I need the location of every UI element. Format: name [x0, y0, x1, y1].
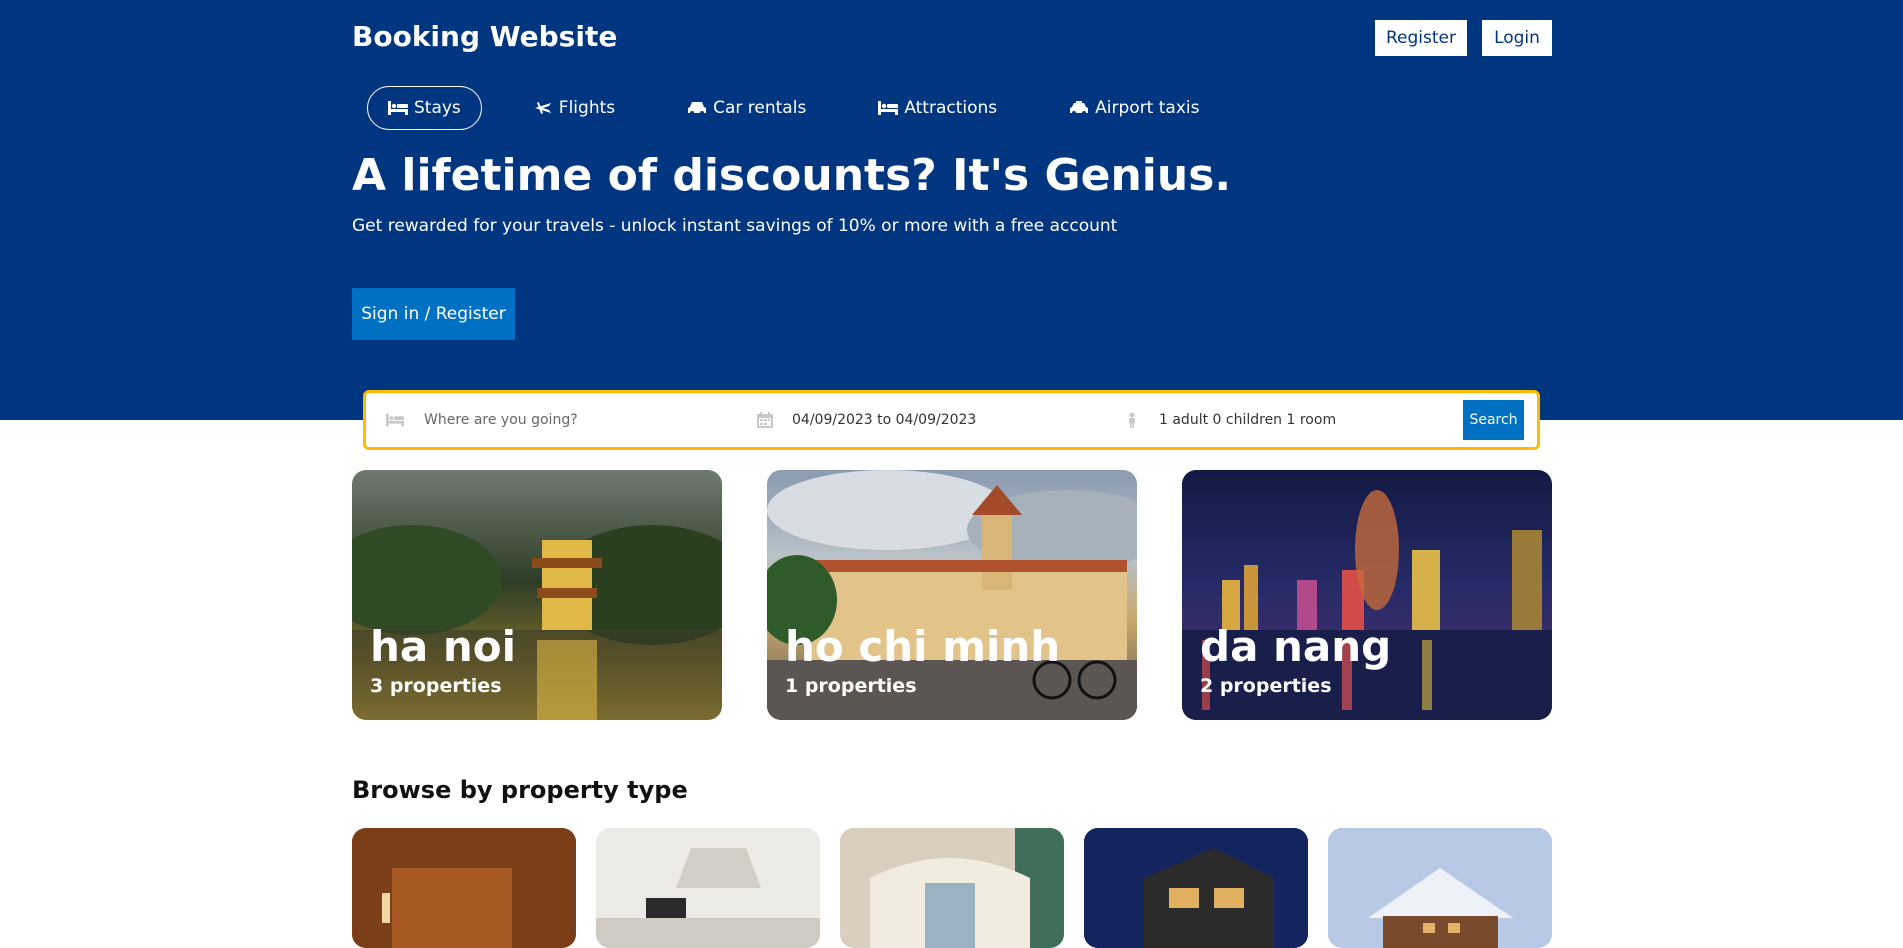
bed-icon — [878, 101, 899, 115]
destination-field[interactable] — [386, 393, 724, 447]
property-photo — [1084, 828, 1308, 948]
hero-headline: A lifetime of discounts? It's Genius. — [352, 150, 1232, 201]
nav-item-airport-taxis[interactable]: Airport taxis — [1048, 86, 1220, 130]
property-type-card[interactable] — [1328, 828, 1552, 948]
city-name: ho chi minh — [785, 622, 1061, 671]
city-card-da-nang[interactable]: da nang 2 properties — [1182, 470, 1552, 720]
property-photo — [596, 828, 820, 948]
property-types-heading: Browse by property type — [352, 776, 688, 804]
hero-subtitle: Get rewarded for your travels - unlock i… — [352, 216, 1118, 236]
nav-item-attractions[interactable]: Attractions — [857, 86, 1018, 130]
hero-banner — [0, 0, 1903, 420]
nav-item-label: Flights — [558, 98, 616, 118]
bed-icon — [386, 413, 404, 427]
nav-item-label: Attractions — [904, 98, 998, 118]
property-photo — [840, 828, 1064, 948]
guests-text: 1 adult 0 children 1 room — [1159, 412, 1337, 428]
nav-item-car-rentals[interactable]: Car rentals — [666, 86, 827, 130]
nav-item-label: Stays — [414, 98, 461, 118]
property-type-card[interactable] — [840, 828, 1064, 948]
city-name: da nang — [1200, 622, 1392, 671]
property-photo — [352, 828, 576, 948]
destination-input[interactable] — [424, 412, 724, 428]
property-type-card[interactable] — [596, 828, 820, 948]
city-card-ha-noi[interactable]: ha noi 3 properties — [352, 470, 722, 720]
calendar-icon — [757, 412, 773, 428]
date-range-text: 04/09/2023 to 04/09/2023 — [792, 412, 977, 428]
person-icon — [1129, 412, 1135, 428]
city-name: ha noi — [370, 622, 517, 671]
taxi-icon — [1070, 101, 1089, 115]
login-button[interactable]: Login — [1482, 20, 1552, 56]
city-properties-count: 3 properties — [370, 675, 502, 697]
city-properties-count: 2 properties — [1200, 675, 1332, 697]
guests-field[interactable]: 1 adult 0 children 1 room — [1123, 393, 1336, 447]
nav-item-label: Car rentals — [713, 98, 807, 118]
bed-icon — [388, 101, 408, 115]
property-photo — [1328, 828, 1552, 948]
nav-item-label: Airport taxis — [1095, 98, 1200, 118]
category-nav: Stays Flights Car rentals Attractions Ai… — [367, 86, 1250, 130]
nav-item-flights[interactable]: Flights — [512, 86, 636, 130]
search-bar: 04/09/2023 to 04/09/2023 1 adult 0 child… — [363, 390, 1540, 450]
search-button[interactable]: Search — [1463, 400, 1524, 440]
plane-icon — [534, 102, 551, 114]
nav-item-stays[interactable]: Stays — [367, 86, 482, 130]
city-card-ho-chi-minh[interactable]: ho chi minh 1 properties — [767, 470, 1137, 720]
city-properties-count: 1 properties — [785, 675, 917, 697]
sign-in-register-button[interactable]: Sign in / Register — [352, 288, 515, 340]
register-button[interactable]: Register — [1375, 20, 1467, 56]
site-logo[interactable]: Booking Website — [352, 20, 617, 53]
car-icon — [688, 102, 707, 115]
property-type-card[interactable] — [352, 828, 576, 948]
date-field[interactable]: 04/09/2023 to 04/09/2023 — [756, 393, 976, 447]
property-type-card[interactable] — [1084, 828, 1308, 948]
